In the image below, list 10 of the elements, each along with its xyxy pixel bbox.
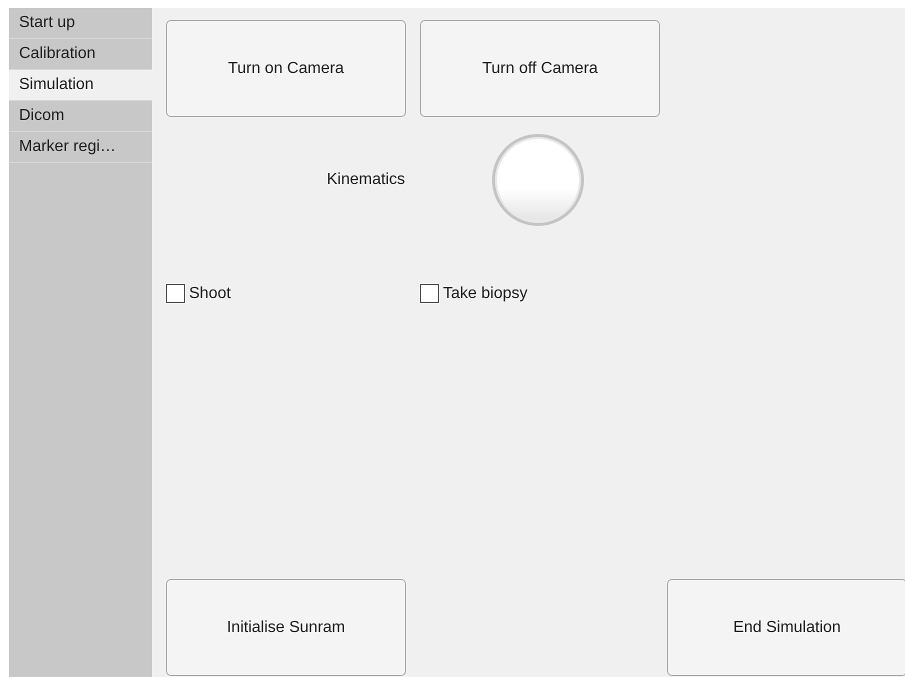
checkbox[interactable] (166, 284, 185, 303)
action-button[interactable]: Initialise Sunram (166, 579, 406, 676)
sidebar-tab[interactable]: Simulation (9, 70, 152, 101)
checkbox-label: Shoot (189, 284, 231, 302)
lamp-label: Kinematics (326, 171, 405, 189)
action-button[interactable]: End Simulation (667, 579, 905, 676)
checkbox[interactable] (420, 284, 439, 303)
camera-button[interactable]: Turn on Camera (166, 20, 406, 117)
checkbox-label: Take biopsy (443, 284, 528, 302)
camera-button[interactable]: Turn off Camera (420, 20, 660, 117)
